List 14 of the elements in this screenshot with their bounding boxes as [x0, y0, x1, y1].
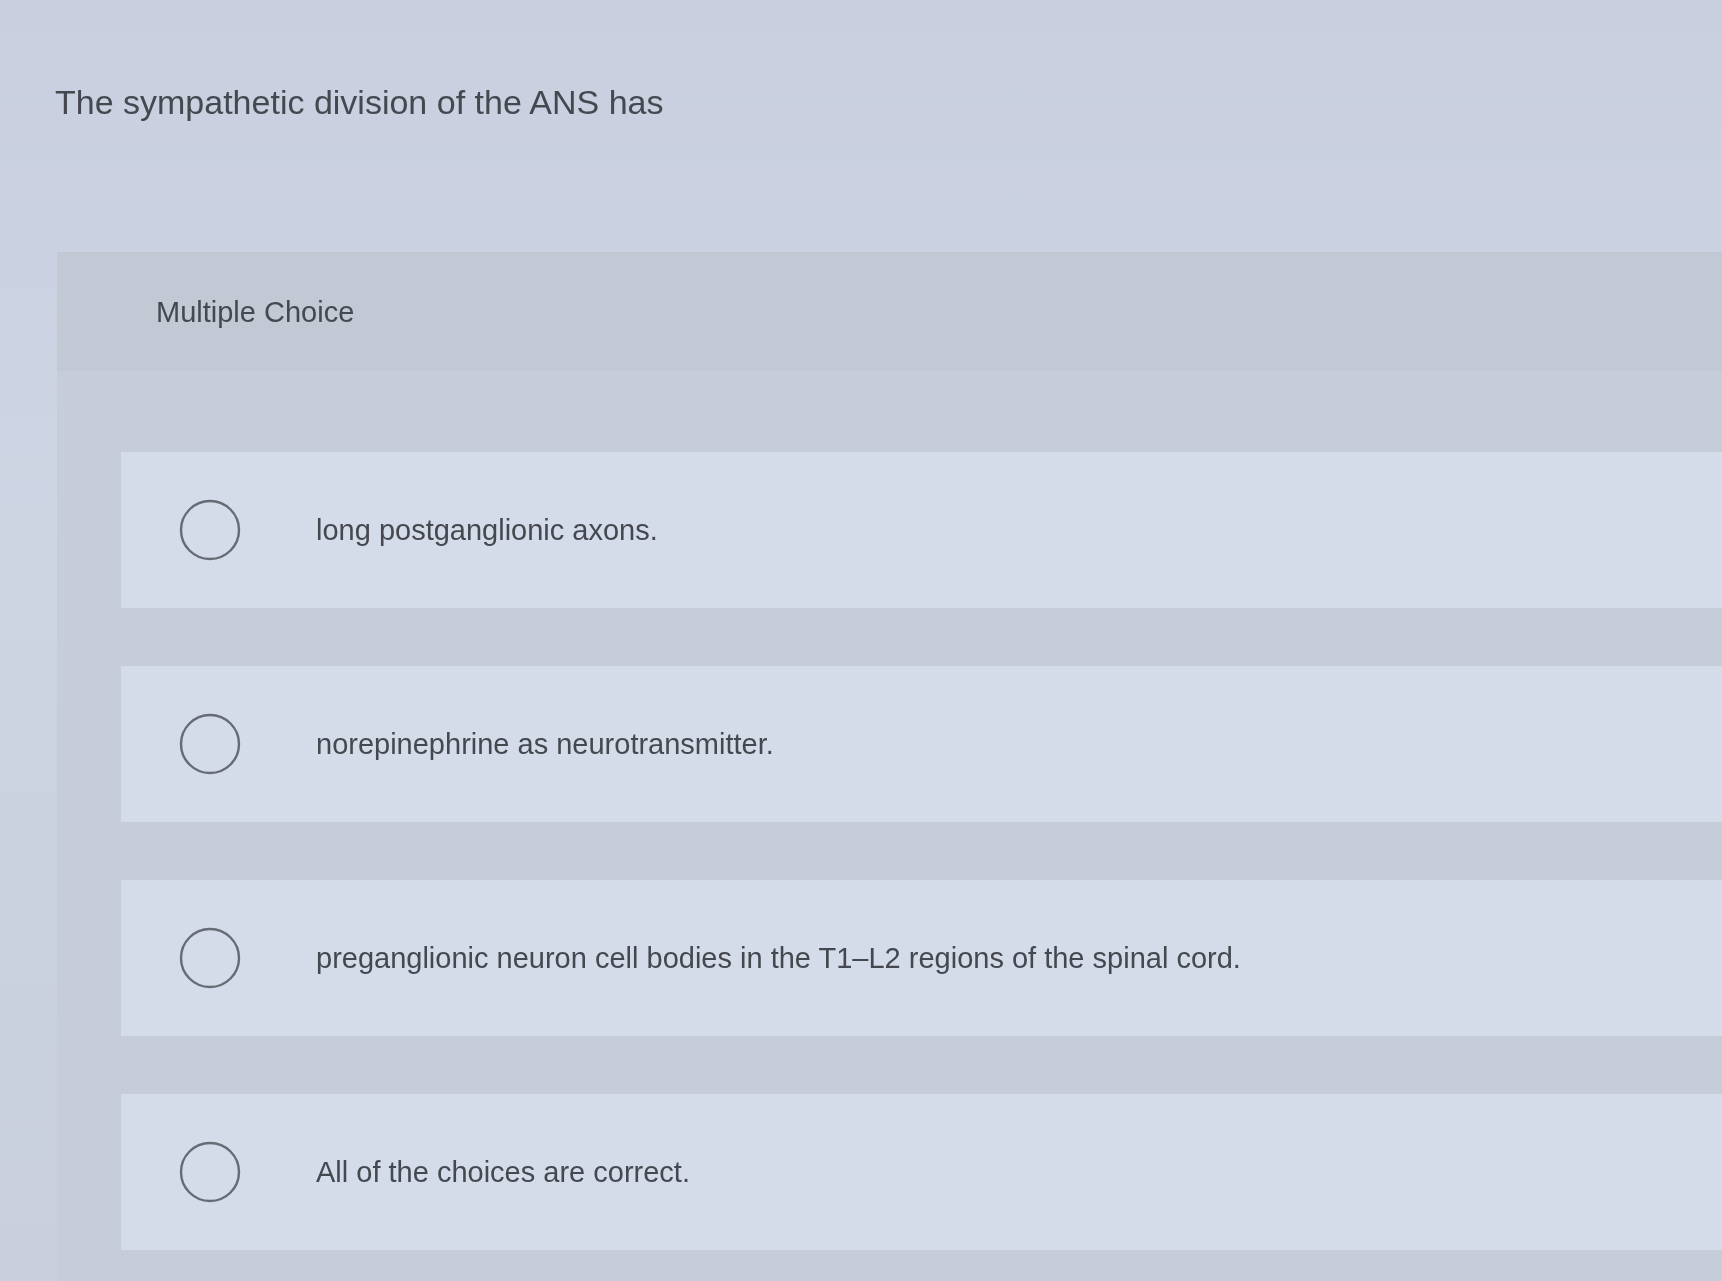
answer-option[interactable]: All of the choices are correct. [121, 1094, 1722, 1250]
answer-text: long postganglionic axons. [316, 513, 658, 548]
question-text: The sympathetic division of the ANS has [55, 82, 664, 123]
radio-button[interactable] [179, 1141, 241, 1203]
radio-button[interactable] [179, 499, 241, 561]
answer-text: All of the choices are correct. [316, 1155, 690, 1190]
radio-button[interactable] [179, 713, 241, 775]
radio-button[interactable] [179, 927, 241, 989]
section-label: Multiple Choice [156, 294, 355, 330]
answer-text: norepinephrine as neurotransmitter. [316, 727, 774, 762]
answer-text: preganglionic neuron cell bodies in the T1–L2 regions of the spinal cord. [316, 941, 1241, 976]
answer-option[interactable]: norepinephrine as neurotransmitter. [121, 666, 1722, 822]
answer-option[interactable]: long postganglionic axons. [121, 452, 1722, 608]
answer-option[interactable]: preganglionic neuron cell bodies in the T1–L2 regions of the spinal cord. [121, 880, 1722, 1036]
